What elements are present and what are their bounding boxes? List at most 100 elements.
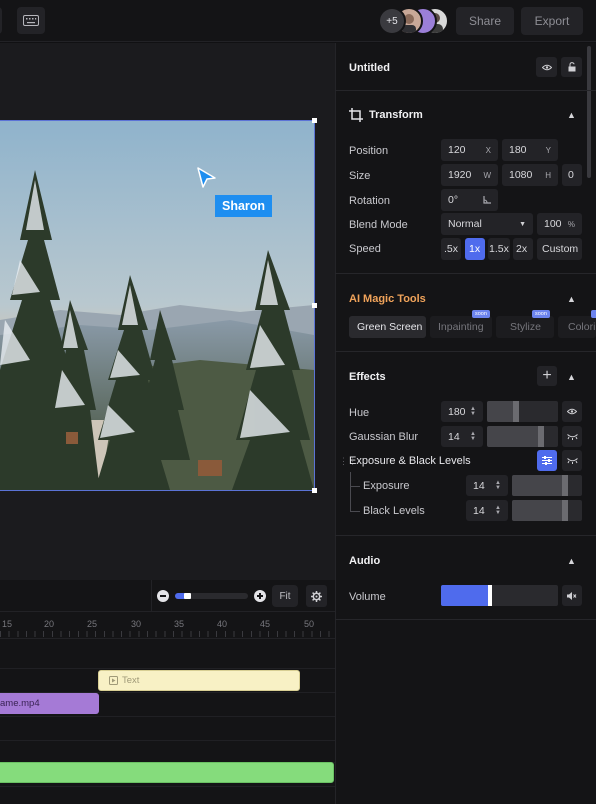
speed-option-custom[interactable]: Custom	[537, 238, 582, 260]
stepper-icon[interactable]: ▲ ▼	[495, 505, 501, 516]
text-clip[interactable]: Text	[98, 670, 300, 691]
soon-badge: soon	[532, 310, 550, 318]
avatar-stack[interactable]: +5	[378, 7, 450, 35]
gaussian-blur-slider[interactable]	[487, 426, 558, 447]
hue-slider-fill	[487, 401, 519, 422]
blur-visibility-button[interactable]	[562, 426, 582, 447]
size-extra-input[interactable]: 0	[562, 164, 582, 186]
size-width-input[interactable]: 1920 W	[441, 164, 498, 186]
zoom-in-icon[interactable]	[254, 590, 266, 602]
volume-slider-thumb[interactable]	[488, 585, 493, 606]
lock-button[interactable]	[561, 57, 582, 77]
volume-slider-fill	[441, 585, 493, 606]
export-button[interactable]: Export	[521, 7, 583, 35]
gaussian-blur-input[interactable]: 14 ▲ ▼	[441, 426, 483, 447]
position-y-input[interactable]: 180 Y	[502, 139, 558, 161]
inpainting-button[interactable]: Inpainting	[430, 316, 492, 338]
gaussian-blur-label: Gaussian Blur	[349, 431, 419, 443]
green-screen-button[interactable]: Green Screen	[349, 316, 426, 338]
black-levels-slider[interactable]	[512, 500, 582, 521]
ruler-tick-label: 35	[174, 619, 185, 629]
divider	[335, 90, 596, 91]
gaussian-blur-slider-fill	[487, 426, 544, 447]
stepper-icon[interactable]: ▲ ▼	[470, 431, 476, 442]
soon-badge-partial	[591, 310, 596, 318]
resize-handle[interactable]	[312, 118, 317, 123]
divider	[335, 535, 596, 536]
soon-badge: soon	[472, 310, 490, 318]
eye-icon	[541, 64, 552, 70]
exposure-input[interactable]: 14 ▲ ▼	[466, 475, 508, 496]
hue-slider[interactable]	[487, 401, 558, 422]
keyboard-icon	[23, 15, 39, 26]
hue-visibility-button[interactable]	[562, 401, 582, 422]
exposure-visibility-button[interactable]	[562, 450, 582, 471]
exposure-slider[interactable]	[512, 475, 582, 496]
collapse-ai-tools-icon[interactable]: ▲	[567, 294, 576, 304]
tree-line	[350, 472, 362, 512]
position-label: Position	[349, 145, 389, 157]
ruler-tick-label: 45	[260, 619, 271, 629]
speed-option-0.5x[interactable]: .5x	[441, 238, 461, 260]
sliders-icon	[542, 456, 552, 465]
text-clip-icon	[109, 676, 118, 685]
audio-clip[interactable]	[0, 762, 334, 783]
top-bar: +5 Share Export	[0, 0, 596, 42]
black-levels-slider-fill	[512, 500, 568, 521]
effect-settings-button[interactable]	[537, 450, 557, 471]
timeline-settings-button[interactable]	[306, 585, 327, 607]
crop-icon	[349, 108, 363, 125]
position-x-input[interactable]: 120 X	[441, 139, 498, 161]
zoom-out-icon[interactable]	[157, 590, 169, 602]
track-divider	[0, 740, 335, 741]
fit-button[interactable]: Fit	[272, 585, 298, 607]
ai-tools-title: AI Magic Tools	[349, 293, 426, 305]
volume-label: Volume	[349, 591, 386, 603]
ruler-tick-label: 25	[87, 619, 98, 629]
mute-button[interactable]	[562, 585, 582, 606]
exposure-group-label: Exposure & Black Levels	[349, 455, 471, 467]
ruler-tick-label: 30	[131, 619, 142, 629]
stepper-icon[interactable]: ▲ ▼	[470, 406, 476, 417]
visibility-button[interactable]	[536, 57, 557, 77]
size-height-input[interactable]: 1080 H	[502, 164, 558, 186]
collapse-effects-icon[interactable]: ▲	[567, 372, 576, 382]
hue-input[interactable]: 180 ▲ ▼	[441, 401, 483, 422]
resize-handle[interactable]	[312, 303, 317, 308]
resize-handle[interactable]	[312, 488, 317, 493]
speed-option-2x[interactable]: 2x	[513, 238, 533, 260]
opacity-input[interactable]: 100%	[537, 213, 582, 235]
collapse-transform-icon[interactable]: ▲	[567, 110, 576, 120]
colorize-button[interactable]: Colori	[558, 316, 596, 338]
tree-branch	[350, 511, 360, 512]
size-label: Size	[349, 170, 371, 182]
ruler-tick-label: 20	[44, 619, 55, 629]
panel-scrollbar[interactable]	[587, 46, 591, 178]
speed-option-1.5x[interactable]: 1.5x	[488, 238, 510, 260]
volume-slider[interactable]	[441, 585, 558, 606]
speed-option-1x[interactable]: 1x	[465, 238, 485, 260]
black-levels-input[interactable]: 14 ▲ ▼	[466, 500, 508, 521]
extra-users-badge[interactable]: +5	[378, 7, 406, 35]
toolbar-button-left[interactable]	[0, 7, 2, 34]
track-divider	[0, 668, 335, 669]
rotation-input[interactable]: 0°	[441, 189, 498, 211]
zoom-slider-thumb[interactable]	[184, 593, 191, 599]
stylize-button[interactable]: Stylize	[496, 316, 554, 338]
zoom-slider[interactable]	[175, 593, 248, 599]
keyboard-shortcuts-button[interactable]	[17, 7, 45, 34]
clip-title: Untitled	[349, 62, 390, 74]
collaborator-cursor-icon	[196, 166, 218, 193]
share-button[interactable]: Share	[456, 7, 514, 35]
collapse-audio-icon[interactable]: ▲	[567, 556, 576, 566]
eye-icon	[567, 408, 577, 415]
unlock-icon	[568, 62, 575, 72]
add-effect-button[interactable]: +	[537, 366, 557, 386]
toolbar-divider	[151, 580, 152, 612]
black-levels-label: Black Levels	[363, 505, 425, 517]
track-divider	[0, 716, 335, 717]
exposure-label: Exposure	[363, 480, 410, 492]
video-clip[interactable]: ame.mp4	[0, 693, 99, 714]
stepper-icon[interactable]: ▲ ▼	[495, 480, 501, 491]
blend-mode-select[interactable]: Normal ▼	[441, 213, 533, 235]
